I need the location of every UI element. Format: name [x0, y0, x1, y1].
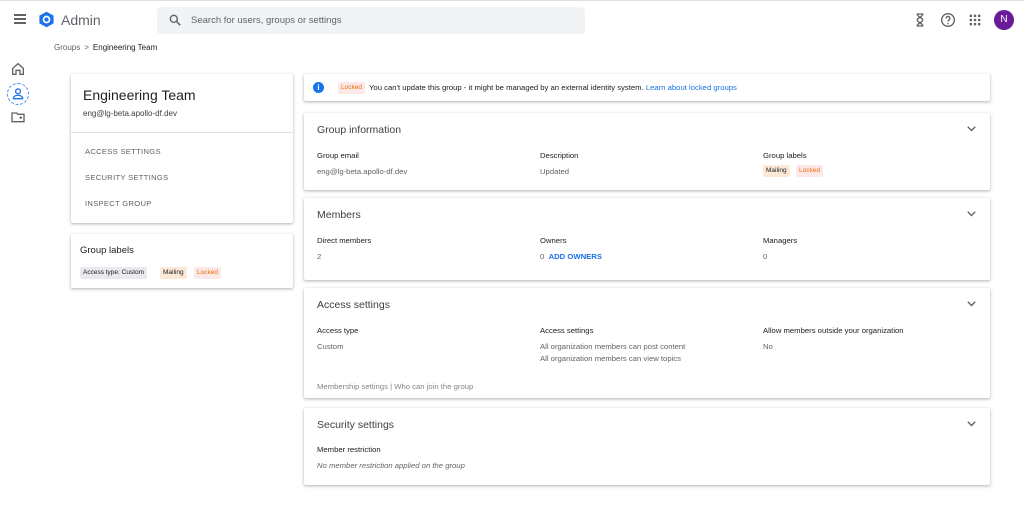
chevron-down-icon[interactable]: [967, 421, 976, 427]
owners-value: 0: [540, 252, 545, 261]
locked-banner: i Locked You can't update this group - i…: [304, 74, 990, 101]
owners-label: Owners: [540, 236, 567, 245]
owners-row: 0 ADD OWNERS: [540, 252, 602, 261]
group-labels-card: Group labels Access type: Custom Mailing…: [71, 234, 293, 288]
managers-value: 0: [763, 252, 768, 261]
label-chip-mailing: Mailing: [160, 267, 187, 279]
menu-icon[interactable]: [14, 14, 26, 24]
divider: [71, 132, 293, 133]
description-value: Updated: [540, 167, 570, 176]
access-settings-link[interactable]: ACCESS SETTINGS: [85, 147, 161, 156]
members-card[interactable]: Members Direct members 2 Owners 0 ADD OW…: [304, 198, 990, 280]
security-settings-link[interactable]: SECURITY SETTINGS: [85, 173, 168, 182]
group-email: eng@lg-beta.apollo-df.dev: [83, 109, 177, 118]
group-labels-title: Group labels: [80, 245, 134, 256]
direct-members-label: Direct members: [317, 236, 372, 245]
who-can-join-link[interactable]: Who can join the group: [394, 382, 473, 391]
member-restriction-label: Member restriction: [317, 445, 381, 454]
security-settings-card[interactable]: Security settings Member restriction No …: [304, 408, 990, 485]
chevron-down-icon[interactable]: [967, 211, 976, 217]
managers-label: Managers: [763, 236, 798, 245]
access-settings-label: Access settings: [540, 326, 594, 335]
user-icon[interactable]: [10, 86, 26, 102]
home-icon[interactable]: [10, 61, 26, 77]
group-email-label: Group email: [317, 151, 359, 160]
access-settings-card[interactable]: Access settings Access type Custom Acces…: [304, 288, 990, 398]
top-bar: Admin N: [0, 0, 1024, 40]
help-icon[interactable]: [940, 12, 956, 28]
group-labels-label: Group labels: [763, 151, 807, 160]
breadcrumb-groups-link[interactable]: Groups: [54, 43, 80, 52]
locked-badge: Locked: [338, 82, 365, 94]
membership-settings-link[interactable]: Membership settings: [317, 382, 388, 391]
label-chip-locked: Locked: [796, 165, 823, 177]
hourglass-icon[interactable]: [912, 12, 928, 28]
avatar[interactable]: N: [994, 10, 1014, 30]
banner-message-row: You can't update this group - it might b…: [369, 83, 737, 92]
app-title[interactable]: Admin: [61, 12, 101, 28]
banner-message: You can't update this group - it might b…: [369, 83, 644, 92]
info-icon: i: [313, 82, 324, 93]
section-title-group-information: Group information: [317, 124, 402, 136]
group-email-value: eng@lg-beta.apollo-df.dev: [317, 167, 408, 176]
outside-members-value: No: [763, 342, 773, 351]
description-label: Description: [540, 151, 579, 160]
member-restriction-value: No member restriction applied on the gro…: [317, 461, 465, 470]
apps-grid-icon[interactable]: [967, 12, 983, 28]
label-chip-mailing: Mailing: [763, 165, 790, 177]
section-title-members: Members: [317, 209, 361, 221]
search-bar[interactable]: [157, 7, 585, 34]
chevron-down-icon[interactable]: [967, 126, 976, 132]
access-footer-links: Membership settings | Who can join the g…: [317, 382, 473, 391]
access-setting-post: All organization members can post conten…: [540, 342, 686, 351]
folder-icon[interactable]: [10, 109, 26, 125]
breadcrumb-separator: >: [84, 43, 89, 52]
chevron-down-icon[interactable]: [967, 301, 976, 307]
inspect-group-link[interactable]: INSPECT GROUP: [85, 199, 152, 208]
breadcrumb-current: Engineering Team: [92, 43, 158, 52]
label-chip-access-type: Access type: Custom: [80, 267, 148, 279]
learn-locked-groups-link[interactable]: Learn about locked groups: [646, 83, 737, 92]
search-icon: [169, 14, 181, 26]
admin-logo-icon[interactable]: [38, 11, 55, 28]
search-input[interactable]: [191, 11, 571, 30]
group-summary-card: Engineering Team eng@lg-beta.apollo-df.d…: [71, 74, 293, 223]
direct-members-value[interactable]: 2: [317, 252, 321, 261]
section-title-security-settings: Security settings: [317, 419, 395, 431]
label-chip-locked: Locked: [194, 267, 221, 279]
access-type-label: Access type: [317, 326, 359, 335]
outside-members-label: Allow members outside your organization: [763, 326, 904, 335]
breadcrumb: Groups > Engineering Team: [54, 43, 157, 52]
group-name: Engineering Team: [83, 87, 196, 103]
footer-separator: |: [390, 382, 393, 391]
access-setting-view: All organization members can view topics: [540, 354, 681, 363]
group-information-card[interactable]: Group information Group email eng@lg-bet…: [304, 113, 990, 190]
access-type-value: Custom: [317, 342, 344, 351]
section-title-access-settings: Access settings: [317, 299, 390, 311]
add-owners-button[interactable]: ADD OWNERS: [549, 252, 602, 261]
